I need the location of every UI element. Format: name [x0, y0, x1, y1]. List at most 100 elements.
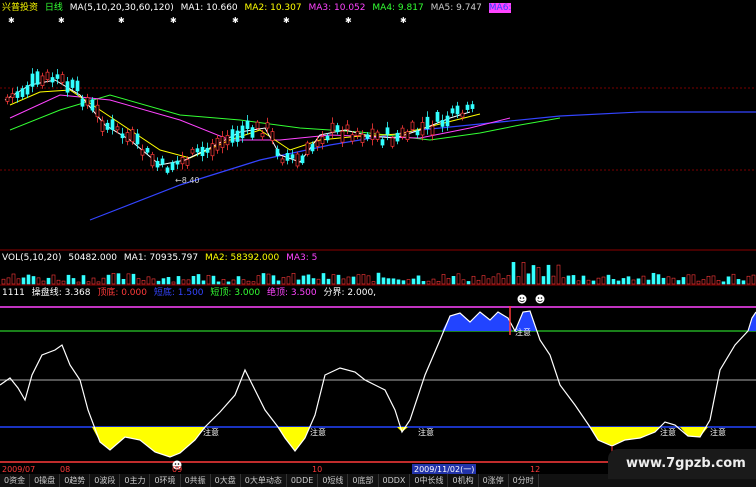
volume-bar — [131, 273, 136, 285]
tab-item[interactable]: 0波段 — [90, 474, 121, 487]
tab-item[interactable]: 0涨停 — [479, 474, 509, 487]
volume-bar — [576, 280, 581, 285]
tab-item[interactable]: 0底部 — [348, 474, 379, 487]
tab-item[interactable]: 0趋势 — [60, 474, 91, 487]
candle-body — [305, 142, 310, 155]
volume-bar — [366, 275, 371, 285]
volume-bar — [96, 281, 101, 285]
indicator-level-3: 短顶: 3.000 — [210, 288, 261, 298]
candle-body — [285, 153, 290, 161]
candle-body — [310, 144, 315, 152]
candle-body — [455, 105, 460, 115]
candle-body — [355, 130, 360, 136]
volume-bar — [211, 275, 216, 285]
volume-bar — [151, 278, 156, 285]
tab-item[interactable]: 0主力 — [120, 474, 151, 487]
volume-bar — [261, 273, 266, 285]
candle-body — [35, 71, 40, 85]
candle-body — [405, 131, 410, 140]
volume-bar — [281, 277, 286, 285]
ma2-line — [9, 89, 481, 159]
volume-bar — [661, 277, 666, 285]
tab-item[interactable]: 0操盘 — [30, 474, 61, 487]
candle-body — [220, 136, 225, 148]
candle-body — [160, 158, 165, 165]
volume-bar — [221, 279, 226, 285]
volume-bar — [656, 274, 661, 285]
volume-bar — [491, 276, 496, 285]
candle-body — [430, 125, 435, 136]
candle-body — [155, 160, 160, 168]
volume-bar — [56, 279, 61, 285]
candle-body — [290, 154, 295, 159]
tab-item[interactable]: 0资金 — [0, 474, 31, 487]
candle-body — [225, 135, 230, 146]
indicator-code[interactable]: 1111 — [2, 288, 25, 298]
tab-item[interactable]: 0共振 — [181, 474, 211, 487]
volume-bar — [391, 278, 396, 285]
candle-body — [320, 136, 325, 144]
volume-bar — [106, 274, 111, 285]
candle-body — [80, 98, 85, 107]
volume-bar — [256, 275, 261, 285]
volume-bar — [441, 274, 446, 285]
volume-bar — [711, 275, 716, 285]
volume-bar — [751, 274, 756, 285]
candle-body — [15, 91, 20, 98]
tab-item[interactable]: 0短线 — [318, 474, 349, 487]
volume-bar — [551, 275, 556, 285]
tab-item[interactable]: 0大单动态 — [241, 474, 287, 487]
volume-bar — [541, 276, 546, 285]
volume-bar — [561, 277, 566, 285]
volume-bar — [591, 280, 596, 285]
volume-bar — [406, 279, 411, 285]
volume-bar — [381, 277, 386, 285]
volume-bar — [116, 273, 121, 285]
candle-body — [145, 148, 150, 153]
volume-ma1: MA1: 70935.797 — [123, 253, 199, 263]
candle-body — [40, 75, 45, 86]
volume-bar — [186, 279, 191, 285]
svg-text:✱: ✱ — [58, 16, 65, 25]
smile-face-icon-2 — [535, 294, 545, 304]
candle-body — [335, 125, 340, 133]
watermark: www.7gpzb.com — [608, 449, 756, 479]
volume-bar — [631, 279, 636, 285]
stock-chart[interactable]: ✱ ✱ ✱ ✱ ✱ ✱ ✱ ✱ — [0, 0, 756, 487]
tab-item[interactable]: 0DDX — [379, 474, 411, 487]
volume-bar — [701, 279, 706, 285]
volume-bar — [741, 280, 746, 285]
tab-item[interactable]: 0中长线 — [410, 474, 449, 487]
volume-bar — [651, 272, 656, 285]
tab-item[interactable]: 0机构 — [448, 474, 479, 487]
volume-bar — [581, 275, 586, 285]
period-label[interactable]: 日线 — [45, 3, 63, 13]
volume-bar — [626, 276, 631, 285]
moving-average-lines — [4, 79, 756, 221]
tab-item[interactable]: 0环境 — [150, 474, 181, 487]
candlestick-series — [5, 68, 475, 175]
volume-label: VOL(5,10,20) — [2, 253, 62, 263]
tab-item[interactable]: 0大盘 — [211, 474, 241, 487]
warning-label: 注意 — [710, 428, 726, 437]
candle-body — [435, 111, 440, 122]
volume-bar — [141, 280, 146, 285]
tab-item[interactable]: 0DDE — [287, 474, 319, 487]
volume-bar — [351, 276, 356, 285]
volume-bar — [421, 281, 426, 285]
volume-bar — [146, 276, 151, 285]
chart-header: 兴普投资 日线 MA(5,10,20,30,60,120) MA1: 10.66… — [2, 3, 515, 14]
indicator-level-4: 绝顶: 3.500 — [266, 288, 317, 298]
volume-bar — [506, 275, 511, 285]
volume-bar — [346, 276, 351, 285]
candle-body — [345, 124, 350, 130]
candle-body — [175, 160, 180, 165]
volume-bar — [61, 280, 66, 285]
candle-body — [90, 99, 95, 111]
ma1-value: MA1: 10.660 — [180, 3, 238, 13]
candle-body — [230, 129, 235, 143]
volume-bar — [206, 274, 211, 285]
low-price-annotation: ←8.40 — [175, 176, 200, 185]
tab-item[interactable]: 0分时 — [509, 474, 539, 487]
candle-body — [265, 122, 270, 129]
